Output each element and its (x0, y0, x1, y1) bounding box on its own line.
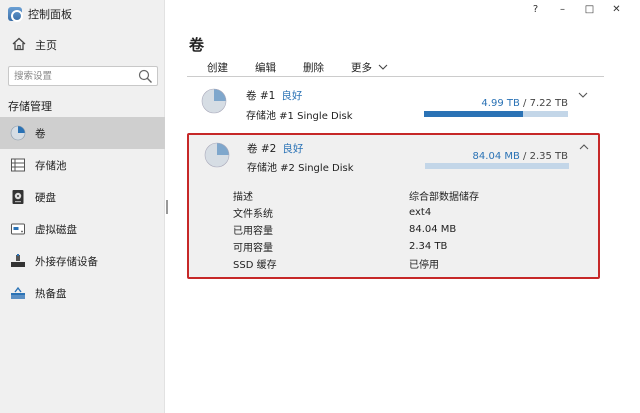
sidebar-item-label: 卷 (35, 127, 46, 140)
capacity-total: / 7.22 TB (523, 98, 568, 109)
sidebar: 控制面板 主页 存储管理 卷 存储池 硬盘 虚拟磁盘 外接存储设备 (0, 0, 165, 413)
detail-label: 可用容量 (233, 243, 273, 254)
detail-label: 描述 (233, 192, 253, 203)
detail-row: 文件系统 ext4 (233, 204, 573, 221)
capacity-total: / 2.35 TB (523, 151, 568, 162)
close-button[interactable]: ✕ (603, 4, 630, 15)
more-button[interactable]: 更多 (333, 60, 397, 75)
chevron-up-icon[interactable] (578, 141, 590, 153)
detail-label: 已用容量 (233, 226, 273, 237)
sidebar-item-storage-pool[interactable]: 存储池 (0, 149, 165, 181)
more-label: 更多 (351, 62, 372, 74)
capacity-text: 4.99 TB / 7.22 TB (423, 98, 568, 109)
volume-pool: 存储池 #2 Single Disk (247, 163, 354, 174)
virtual-disk-icon (11, 223, 25, 235)
sidebar-item-label: 虚拟磁盘 (35, 223, 77, 236)
search-icon[interactable] (138, 69, 153, 84)
home-label: 主页 (35, 39, 57, 52)
capacity-used: 4.99 TB (481, 98, 520, 109)
search-box (8, 66, 158, 86)
toolbar-divider (187, 76, 604, 77)
detail-label: SSD 缓存 (233, 260, 277, 271)
sidebar-nav: 卷 存储池 硬盘 虚拟磁盘 外接存储设备 热备盘 (0, 117, 165, 309)
capacity-bar (424, 111, 568, 117)
detail-row: 描述 综合部数据储存 (233, 187, 573, 204)
sidebar-item-label: 存储池 (35, 159, 67, 172)
capacity-bar (425, 163, 569, 169)
window-controls: ? – □ ✕ (522, 4, 630, 15)
detail-value: 综合部数据储存 (409, 192, 479, 203)
volume-name: 卷 #2 良好 (247, 141, 303, 156)
create-button[interactable]: 创建 (189, 60, 237, 75)
page-title: 卷 (189, 36, 205, 54)
delete-button[interactable]: 删除 (285, 60, 333, 75)
sidebar-item-hot-spare[interactable]: 热备盘 (0, 277, 165, 309)
volume-card-1[interactable]: 卷 #1 良好 存储池 #1 Single Disk 4.99 TB / 7.22… (187, 82, 600, 126)
pane-splitter-handle[interactable] (166, 200, 168, 214)
detail-label: 文件系统 (233, 209, 273, 220)
detail-value: 已停用 (409, 260, 439, 271)
status-badge: 良好 (282, 143, 304, 155)
sidebar-item-volume[interactable]: 卷 (0, 117, 165, 149)
minimize-button[interactable]: – (549, 4, 576, 15)
chevron-down-icon (378, 64, 388, 70)
volume-name-text: 卷 #2 (247, 143, 277, 155)
sidebar-item-label: 热备盘 (35, 287, 67, 300)
volume-card-2[interactable]: 卷 #2 良好 存储池 #2 Single Disk 84.04 MB / 2.3… (187, 133, 600, 279)
volume-pool: 存储池 #1 Single Disk (246, 111, 353, 122)
search-input[interactable] (9, 67, 135, 85)
external-storage-icon (11, 254, 25, 267)
volume-name: 卷 #1 良好 (246, 88, 302, 103)
app-title: 控制面板 (8, 6, 72, 22)
volume-pie-icon (201, 88, 227, 114)
app-title-text: 控制面板 (28, 8, 72, 21)
sidebar-item-hard-disk[interactable]: 硬盘 (0, 181, 165, 213)
detail-value: 84.04 MB (409, 224, 457, 235)
volume-name-text: 卷 #1 (246, 90, 276, 102)
volume-pie-icon (10, 125, 26, 141)
detail-value: 2.34 TB (409, 241, 448, 252)
section-title-storage: 存储管理 (8, 100, 52, 113)
main-content: ? – □ ✕ 卷 创建 编辑 删除 更多 卷 #1 良好 存储池 #1 Sing… (172, 0, 640, 413)
capacity-text: 84.04 MB / 2.35 TB (423, 151, 568, 162)
chevron-down-icon[interactable] (577, 89, 589, 101)
capacity-used: 84.04 MB (472, 151, 520, 162)
hard-disk-icon (12, 190, 24, 204)
volume-details: 描述 综合部数据储存 文件系统 ext4 已用容量 84.04 MB 可用容量 … (233, 187, 573, 272)
home-icon (12, 37, 26, 54)
volume-pie-icon (204, 142, 230, 168)
sidebar-item-label: 硬盘 (35, 191, 56, 204)
hot-spare-icon (11, 286, 25, 299)
home-link[interactable]: 主页 (12, 36, 57, 54)
sidebar-item-label: 外接存储设备 (35, 255, 98, 268)
detail-row: 已用容量 84.04 MB (233, 221, 573, 238)
control-panel-icon (8, 7, 23, 22)
help-button[interactable]: ? (522, 4, 549, 15)
maximize-button[interactable]: □ (576, 4, 603, 15)
detail-row: 可用容量 2.34 TB (233, 238, 573, 255)
capacity-bar-fill (424, 111, 524, 117)
storage-pool-icon (11, 158, 25, 172)
detail-row: SSD 缓存 已停用 (233, 255, 573, 272)
status-badge: 良好 (281, 90, 303, 102)
toolbar: 创建 编辑 删除 更多 (189, 60, 397, 75)
detail-value: ext4 (409, 207, 432, 218)
sidebar-item-external-storage[interactable]: 外接存储设备 (0, 245, 165, 277)
sidebar-item-virtual-disk[interactable]: 虚拟磁盘 (0, 213, 165, 245)
edit-button[interactable]: 编辑 (237, 60, 285, 75)
